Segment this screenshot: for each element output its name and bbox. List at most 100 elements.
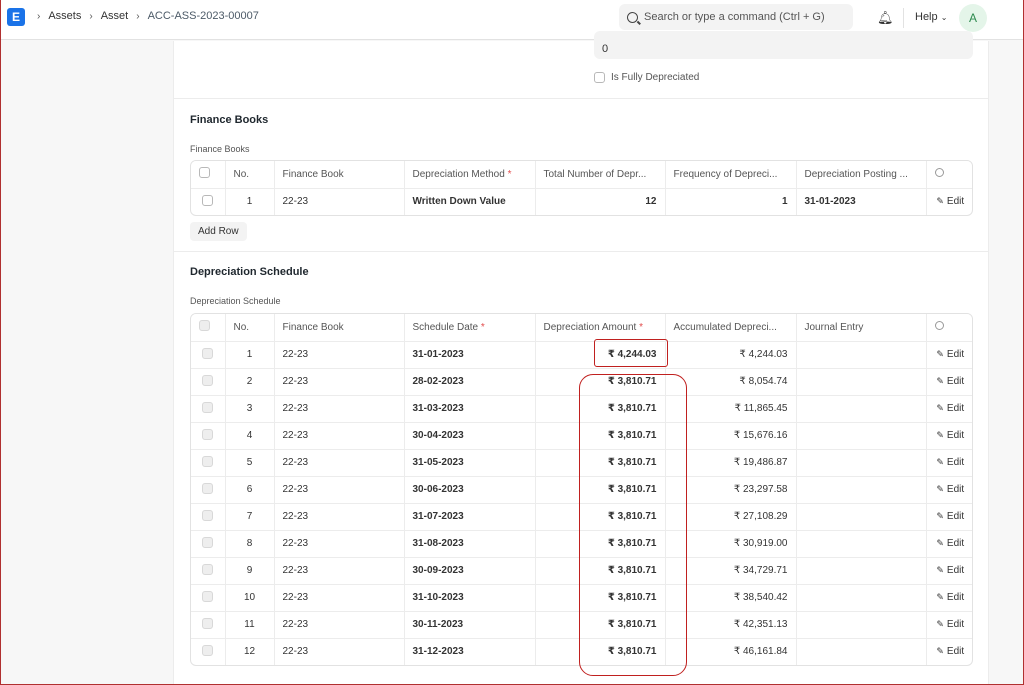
edit-button[interactable]: ✎ Edit: [926, 449, 972, 477]
cell-accumulated-depreciation[interactable]: ₹ 30,919.00: [665, 530, 797, 558]
row-checkbox[interactable]: [191, 395, 226, 423]
cell-journal-entry[interactable]: [796, 422, 927, 450]
cell-schedule-date[interactable]: 31-03-2023: [404, 395, 536, 423]
row-checkbox[interactable]: [191, 557, 226, 585]
help-dropdown[interactable]: Help ⌄: [915, 11, 947, 23]
cell-journal-entry[interactable]: [796, 530, 927, 558]
cell-schedule-date[interactable]: 30-11-2023: [404, 611, 536, 639]
app-logo[interactable]: E: [7, 8, 25, 26]
row-checkbox[interactable]: [191, 368, 226, 396]
cell-depreciation-amount[interactable]: ₹ 3,810.71: [535, 476, 666, 504]
cell-depreciation-amount[interactable]: ₹ 3,810.71: [535, 530, 666, 558]
cell-depreciation-amount[interactable]: ₹ 4,244.03: [535, 341, 666, 369]
cell-journal-entry[interactable]: [796, 476, 927, 504]
checkbox[interactable]: [594, 72, 605, 83]
cell-accumulated-depreciation[interactable]: ₹ 19,486.87: [665, 449, 797, 477]
cell-depreciation-amount[interactable]: ₹ 3,810.71: [535, 368, 666, 396]
table-row[interactable]: 1 22-23 Written Down Value 12 1 31-01-20…: [191, 188, 972, 215]
edit-button[interactable]: ✎ Edit: [926, 395, 972, 423]
table-row[interactable]: 7 22-23 31-07-2023 ₹ 3,810.71 ₹ 27,108.29 ✎ Ed…: [191, 503, 972, 531]
breadcrumb-current[interactable]: ACC-ASS-2023-00007: [148, 10, 259, 22]
edit-button[interactable]: ✎ Edit: [926, 341, 972, 369]
edit-button[interactable]: ✎ Edit: [926, 422, 972, 450]
cell-schedule-date[interactable]: 31-01-2023: [404, 341, 536, 369]
table-row[interactable]: 8 22-23 31-08-2023 ₹ 3,810.71 ₹ 30,919.00 ✎ Ed…: [191, 530, 972, 558]
edit-button[interactable]: ✎ Edit: [926, 368, 972, 396]
edit-button[interactable]: ✎ Edit: [926, 476, 972, 504]
cell-depreciation-amount[interactable]: ₹ 3,810.71: [535, 584, 666, 612]
cell-schedule-date[interactable]: 30-09-2023: [404, 557, 536, 585]
row-checkbox[interactable]: [191, 188, 226, 215]
cell-schedule-date[interactable]: 30-04-2023: [404, 422, 536, 450]
cell-schedule-date[interactable]: 28-02-2023: [404, 368, 536, 396]
row-checkbox[interactable]: [191, 449, 226, 477]
row-checkbox[interactable]: [191, 341, 226, 369]
cell-finance-book[interactable]: 22-23: [274, 395, 405, 423]
row-checkbox[interactable]: [191, 584, 226, 612]
cell-accumulated-depreciation[interactable]: ₹ 38,540.42: [665, 584, 797, 612]
cell-total[interactable]: 12: [535, 188, 666, 215]
cell-schedule-date[interactable]: 31-07-2023: [404, 503, 536, 531]
cell-finance-book[interactable]: 22-23: [274, 638, 405, 665]
cell-depreciation-amount[interactable]: ₹ 3,810.71: [535, 638, 666, 665]
table-row[interactable]: 11 22-23 30-11-2023 ₹ 3,810.71 ₹ 42,351.13 ✎ E…: [191, 611, 972, 639]
edit-button[interactable]: ✎ Edit: [926, 611, 972, 639]
cell-finance-book[interactable]: 22-23: [274, 476, 405, 504]
row-checkbox[interactable]: [191, 611, 226, 639]
cell-schedule-date[interactable]: 31-05-2023: [404, 449, 536, 477]
edit-button[interactable]: ✎ Edit: [926, 584, 972, 612]
cell-schedule-date[interactable]: 30-06-2023: [404, 476, 536, 504]
table-row[interactable]: 6 22-23 30-06-2023 ₹ 3,810.71 ₹ 23,297.58 ✎ Ed…: [191, 476, 972, 504]
value-after-depreciation-field[interactable]: 0: [594, 31, 973, 59]
edit-button[interactable]: ✎ Edit: [926, 503, 972, 531]
is-fully-depreciated-checkbox[interactable]: Is Fully Depreciated: [594, 72, 699, 83]
cell-journal-entry[interactable]: [796, 638, 927, 665]
edit-button[interactable]: ✎ Edit: [926, 188, 972, 215]
cell-accumulated-depreciation[interactable]: ₹ 11,865.45: [665, 395, 797, 423]
cell-journal-entry[interactable]: [796, 503, 927, 531]
cell-depreciation-amount[interactable]: ₹ 3,810.71: [535, 395, 666, 423]
cell-journal-entry[interactable]: [796, 395, 927, 423]
cell-accumulated-depreciation[interactable]: ₹ 8,054.74: [665, 368, 797, 396]
column-settings[interactable]: [926, 161, 972, 189]
select-all-checkbox[interactable]: [191, 314, 226, 342]
cell-depreciation-amount[interactable]: ₹ 3,810.71: [535, 422, 666, 450]
cell-finance-book[interactable]: 22-23: [274, 611, 405, 639]
cell-frequency[interactable]: 1: [665, 188, 797, 215]
cell-finance-book[interactable]: 22-23: [274, 557, 405, 585]
cell-finance-book[interactable]: 22-23: [274, 503, 405, 531]
row-checkbox[interactable]: [191, 476, 226, 504]
table-row[interactable]: 12 22-23 31-12-2023 ₹ 3,810.71 ₹ 46,161.84 ✎ E…: [191, 638, 972, 665]
edit-button[interactable]: ✎ Edit: [926, 638, 972, 665]
cell-finance-book[interactable]: 22-23: [274, 188, 405, 215]
cell-journal-entry[interactable]: [796, 341, 927, 369]
cell-finance-book[interactable]: 22-23: [274, 341, 405, 369]
table-row[interactable]: 4 22-23 30-04-2023 ₹ 3,810.71 ₹ 15,676.16 ✎ Ed…: [191, 422, 972, 450]
edit-button[interactable]: ✎ Edit: [926, 530, 972, 558]
select-all-checkbox[interactable]: [191, 161, 226, 189]
cell-posting-date[interactable]: 31-01-2023: [796, 188, 927, 215]
cell-accumulated-depreciation[interactable]: ₹ 4,244.03: [665, 341, 797, 369]
row-checkbox[interactable]: [191, 638, 226, 665]
cell-depreciation-amount[interactable]: ₹ 3,810.71: [535, 503, 666, 531]
table-row[interactable]: 3 22-23 31-03-2023 ₹ 3,810.71 ₹ 11,865.45 ✎ Ed…: [191, 395, 972, 423]
cell-finance-book[interactable]: 22-23: [274, 422, 405, 450]
table-row[interactable]: 5 22-23 31-05-2023 ₹ 3,810.71 ₹ 19,486.87 ✎ Ed…: [191, 449, 972, 477]
cell-finance-book[interactable]: 22-23: [274, 449, 405, 477]
add-row-button[interactable]: Add Row: [190, 222, 247, 241]
cell-depreciation-amount[interactable]: ₹ 3,810.71: [535, 449, 666, 477]
cell-accumulated-depreciation[interactable]: ₹ 46,161.84: [665, 638, 797, 665]
cell-accumulated-depreciation[interactable]: ₹ 27,108.29: [665, 503, 797, 531]
row-checkbox[interactable]: [191, 503, 226, 531]
cell-schedule-date[interactable]: 31-10-2023: [404, 584, 536, 612]
cell-accumulated-depreciation[interactable]: ₹ 34,729.71: [665, 557, 797, 585]
cell-accumulated-depreciation[interactable]: ₹ 23,297.58: [665, 476, 797, 504]
cell-journal-entry[interactable]: [796, 584, 927, 612]
breadcrumb-asset[interactable]: Asset: [101, 10, 129, 22]
cell-journal-entry[interactable]: [796, 368, 927, 396]
edit-button[interactable]: ✎ Edit: [926, 557, 972, 585]
cell-schedule-date[interactable]: 31-12-2023: [404, 638, 536, 665]
table-row[interactable]: 9 22-23 30-09-2023 ₹ 3,810.71 ₹ 34,729.71 ✎ Ed…: [191, 557, 972, 585]
cell-depreciation-amount[interactable]: ₹ 3,810.71: [535, 557, 666, 585]
cell-finance-book[interactable]: 22-23: [274, 368, 405, 396]
